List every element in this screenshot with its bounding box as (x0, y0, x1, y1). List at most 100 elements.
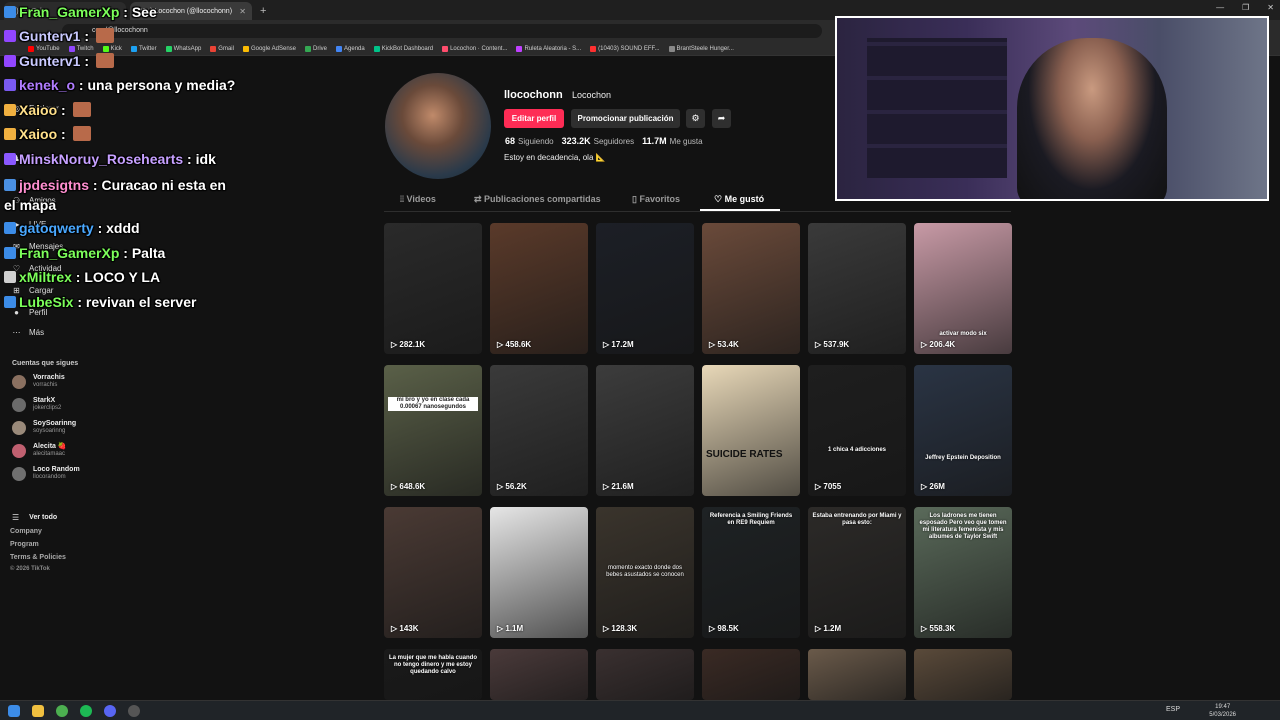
edit-profile-button[interactable]: Editar perfil (504, 109, 564, 128)
video-thumbnail[interactable]: Jeffrey Epstein Deposition ▷ 26M (914, 365, 1012, 496)
video-thumbnail[interactable] (914, 649, 1012, 700)
video-thumbnail[interactable]: Los ladrones me tienen esposado Pero veo… (914, 507, 1012, 638)
tab-reposts[interactable]: ⇄ Publicaciones compartidas (474, 194, 601, 205)
sidebar-item-más[interactable]: ⋯ Más (12, 328, 45, 337)
footer-company[interactable]: Company (10, 528, 42, 535)
video-thumbnail[interactable]: La mujer que me habla cuando no tengo di… (384, 649, 482, 700)
following-stat[interactable]: 68 Siguiendo (505, 136, 554, 146)
video-thumbnail[interactable] (808, 649, 906, 700)
windows-taskbar: ESP 19:47 5/03/2026 (0, 700, 1280, 720)
bookmark-item[interactable]: (10403) SOUND EFF... (590, 45, 660, 52)
see-all-link[interactable]: ☰ Ver todo (12, 513, 57, 522)
bookmark-item[interactable]: Google AdSense (242, 45, 296, 52)
bookmark-item[interactable]: Locochon · Content... (442, 45, 507, 52)
video-thumbnail[interactable]: Estaba entrenando por Miami y pasa esto:… (808, 507, 906, 638)
chrome-icon[interactable] (56, 705, 68, 717)
bookmark-item[interactable]: Drive (305, 45, 327, 52)
video-thumbnail[interactable]: mi bro y yo en clase cada 0.00067 nanose… (384, 365, 482, 496)
chat-username: kenek_o (19, 77, 76, 93)
footer-terms[interactable]: Terms & Policies (10, 554, 66, 561)
bookmark-favicon-icon (442, 45, 449, 52)
bookmark-label: KickBot Dashboard (381, 45, 434, 52)
obs-icon[interactable] (128, 705, 140, 717)
video-thumbnail[interactable] (702, 649, 800, 700)
bookmark-item[interactable]: Kick (102, 45, 122, 52)
close-window-icon[interactable]: ✕ (1267, 3, 1274, 12)
bookmark-item[interactable]: Agenda (336, 45, 365, 52)
video-thumbnail[interactable]: activar modo six ▷ 206.4K (914, 223, 1012, 354)
video-thumbnail[interactable]: ▷ 17.2M (596, 223, 694, 354)
followers-stat[interactable]: 323.2K Seguidores (562, 136, 635, 146)
bookmark-item[interactable]: Ruleta Aleatoria - S... (516, 45, 581, 52)
view-count: ▷ 282.1K (391, 340, 425, 349)
bookmark-item[interactable]: Twitch (68, 45, 94, 52)
video-thumbnail[interactable]: ▷ 1.1M (490, 507, 588, 638)
chat-separator: : (80, 28, 93, 44)
following-account[interactable]: Vorrachis vorrachis (12, 374, 65, 389)
following-account[interactable]: Alecita 🍓 alecitamaac (12, 443, 67, 458)
view-count: ▷ 558.3K (921, 624, 955, 633)
tab-liked[interactable]: ♡ Me gustó (714, 194, 764, 205)
tab-favorites[interactable]: ▯ Favoritos (632, 194, 680, 205)
chat-separator: : (119, 245, 132, 261)
bookmark-item[interactable]: YouTube (28, 45, 60, 52)
video-thumbnail[interactable] (490, 649, 588, 700)
new-tab-icon[interactable]: + (260, 2, 266, 20)
following-account[interactable]: Loco Random llocorandom (12, 466, 80, 481)
tab-liked-label: Me gustó (724, 194, 765, 204)
chat-badge-icon (4, 79, 16, 91)
system-clock[interactable]: 19:47 5/03/2026 (1209, 703, 1236, 719)
spotify-icon[interactable] (80, 705, 92, 717)
following-account[interactable]: SoySoarinng soysoarinng (12, 420, 76, 435)
bookmark-item[interactable]: Twitter (130, 45, 157, 52)
avatar (12, 374, 26, 389)
video-thumbnail[interactable]: ▷ 56.2K (490, 365, 588, 496)
video-thumbnail[interactable]: ▷ 282.1K (384, 223, 482, 354)
video-thumbnail[interactable]: ▷ 21.6M (596, 365, 694, 496)
profile-username: llocochonn (504, 89, 563, 101)
profile-avatar[interactable] (385, 73, 491, 179)
video-thumbnail[interactable]: momento exacto donde dos bebes asustados… (596, 507, 694, 638)
discord-icon[interactable] (104, 705, 116, 717)
bookmark-item[interactable]: Gmail (210, 45, 234, 52)
maximize-icon[interactable]: ❐ (1242, 3, 1249, 12)
video-thumbnail[interactable]: ▷ 143K (384, 507, 482, 638)
chat-emote-icon (95, 28, 114, 43)
chat-text: See (131, 4, 157, 20)
promote-post-button[interactable]: Promocionar publicación (571, 109, 680, 128)
video-thumbnail[interactable]: 1 chica 4 adicciones ▷ 7055 (808, 365, 906, 496)
view-count-value: 558.3K (929, 624, 956, 633)
bookmark-favicon-icon (516, 45, 523, 52)
file-explorer-icon[interactable] (32, 705, 44, 717)
following-account[interactable]: StarkX jokerclips2 (12, 397, 61, 412)
account-text: StarkX jokerclips2 (33, 397, 61, 412)
language-indicator[interactable]: ESP (1166, 706, 1180, 713)
chat-badge-icon (4, 271, 16, 283)
url-field[interactable]: com/@llocochonn (62, 24, 822, 38)
account-name: StarkX (33, 397, 56, 404)
likes-count: 11.7M (642, 136, 667, 146)
bookmark-item[interactable]: BrantSteele Hunger... (668, 45, 734, 52)
followers-count: 323.2K (561, 136, 591, 146)
share-icon[interactable]: ➦ (712, 109, 731, 128)
bookmark-item[interactable]: WhatsApp (165, 45, 201, 52)
footer-program[interactable]: Program (10, 541, 39, 548)
view-count-value: 282.1K (399, 340, 426, 349)
settings-icon[interactable]: ⚙ (686, 109, 705, 128)
start-icon[interactable] (8, 705, 20, 717)
close-icon[interactable]: ✕ (239, 7, 246, 16)
tab-videos[interactable]: ⦙⦙ Videos (400, 194, 436, 205)
chat-message: jpdesigtns : Curacao ni esta en el mapa (4, 175, 234, 215)
view-count: ▷ 56.2K (497, 482, 527, 491)
video-thumbnail[interactable]: ▷ 53.4K (702, 223, 800, 354)
bookmark-favicon-icon (336, 45, 343, 52)
bookmark-item[interactable]: KickBot Dashboard (373, 45, 434, 52)
bookmark-label: BrantSteele Hunger... (676, 45, 734, 52)
chat-text: idk (195, 151, 216, 167)
video-thumbnail[interactable]: ▷ 458.6K (490, 223, 588, 354)
video-thumbnail[interactable] (596, 649, 694, 700)
video-thumbnail[interactable]: ▷ 537.9K (808, 223, 906, 354)
video-thumbnail[interactable]: Referencia a Smiling Friends en RE9 Requ… (702, 507, 800, 638)
minimize-icon[interactable]: — (1216, 3, 1224, 12)
video-thumbnail[interactable]: SUICIDE RATES (702, 365, 800, 496)
